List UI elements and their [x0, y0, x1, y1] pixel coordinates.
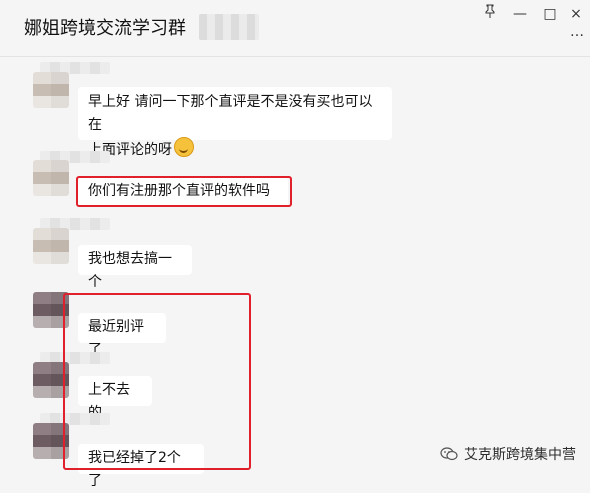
title-bar: 娜姐跨境交流学习群 — □ × … [0, 0, 590, 57]
wechat-official-account-icon [440, 447, 458, 461]
watermark-text: 艾克斯跨境集中营 [464, 447, 576, 463]
member-count-mosaic [199, 14, 259, 40]
minimize-button[interactable]: — [510, 4, 530, 24]
avatar[interactable] [33, 160, 69, 196]
message-text: 我也想去搞一个 [88, 251, 172, 290]
highlight-box [63, 293, 251, 470]
message-bubble: 早上好 请问一下那个直评是不是没有买也可以在 上面评论的呀 [78, 87, 392, 158]
message-bubble: 我也想去搞一个 [78, 245, 192, 290]
avatar[interactable] [33, 228, 69, 264]
highlight-box [76, 176, 292, 207]
watermark: 艾克斯跨境集中营 [440, 444, 576, 464]
chat-title: 娜姐跨境交流学习群 [24, 18, 186, 39]
pin-icon[interactable] [480, 4, 500, 24]
close-button[interactable]: × [566, 4, 586, 24]
more-options-icon[interactable]: … [570, 24, 584, 40]
message-text: 早上好 请问一下那个直评是不是没有买也可以在 [88, 94, 373, 133]
laughing-emoji-icon [174, 137, 194, 157]
avatar[interactable] [33, 72, 69, 108]
maximize-button[interactable]: □ [540, 4, 560, 24]
